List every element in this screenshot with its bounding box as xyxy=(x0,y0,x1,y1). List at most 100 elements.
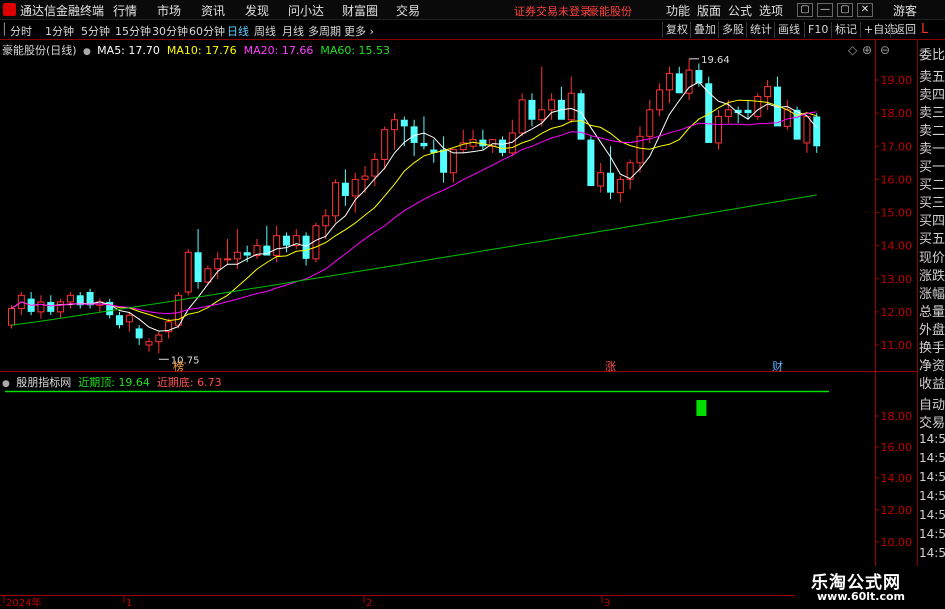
price-tick-label: 13.00 xyxy=(881,273,913,286)
candle-body xyxy=(243,252,251,256)
menu-options[interactable]: 选项 xyxy=(759,2,783,19)
back-button[interactable]: 返回 xyxy=(890,22,916,38)
menu-trade[interactable]: 交易 xyxy=(396,2,420,19)
menu-market[interactable]: 市场 xyxy=(157,2,181,19)
candle-body xyxy=(440,149,448,173)
app-name: 通达信金融终端 xyxy=(20,4,105,18)
maximize-icon[interactable]: ▢ xyxy=(837,3,853,17)
tab-more[interactable]: 更多 › xyxy=(344,23,374,39)
tick-time: 14:5 xyxy=(919,470,945,484)
label-auto[interactable]: 自动 xyxy=(919,394,945,413)
tab-daily[interactable]: 日线 xyxy=(227,23,249,39)
menu-formula[interactable]: 公式 xyxy=(728,2,752,19)
candle-body xyxy=(715,115,723,144)
candle-body xyxy=(214,258,222,270)
site-watermark: 乐淘公式网 www.60lt.com xyxy=(795,566,945,609)
tab-weekly[interactable]: 周线 xyxy=(254,23,276,39)
event-marker: 涨 xyxy=(605,360,616,373)
minimize-icon[interactable]: — xyxy=(817,3,833,17)
recent-top-label: 近期顶: xyxy=(78,376,115,389)
candle-body xyxy=(371,159,379,177)
candle-body xyxy=(479,139,487,147)
overlay-button[interactable]: 叠加 xyxy=(690,22,716,38)
settings-icon[interactable]: ◇ xyxy=(848,43,857,57)
menu-layout[interactable]: 版面 xyxy=(697,2,721,19)
f10-button[interactable]: F10 xyxy=(804,22,828,38)
tab-15min[interactable]: 15分钟 xyxy=(115,23,151,39)
candle-body xyxy=(420,142,428,147)
tab-5min[interactable]: 5分钟 xyxy=(81,23,110,39)
mark-button[interactable]: 标记 xyxy=(831,22,857,38)
tab-monthly[interactable]: 月线 xyxy=(282,23,304,39)
tick-time: 14:5 xyxy=(919,527,945,541)
indicator-legend: ● 殷朋指标网 近期顶: 19.64 近期底: 6.73 xyxy=(2,374,222,390)
price-tick-label: 15.00 xyxy=(881,207,913,220)
quote-side-panel: 委比 卖五 卖四 卖三 卖二 卖一 买一 买二 买三 买四 买五 现价 涨跌 涨… xyxy=(917,40,945,609)
candle-body xyxy=(155,334,163,343)
tab-1min[interactable]: 1分钟 xyxy=(45,23,74,39)
close-icon[interactable]: ✕ xyxy=(857,3,873,17)
ma20-label: MA20: 17.66 xyxy=(243,44,314,57)
minus-icon[interactable]: ⊖ xyxy=(880,43,890,57)
candle-body xyxy=(567,92,575,121)
event-marker: 财 xyxy=(772,359,783,373)
tab-multi-period[interactable]: 多周期 xyxy=(308,23,341,39)
price-tick-label: 18.00 xyxy=(881,107,913,120)
title-bar: 通达信金融终端 行情 市场 资讯 发现 问小达 财富圈 交易 证券交易未登录 豪… xyxy=(0,0,945,20)
menu-wealth-circle[interactable]: 财富圈 xyxy=(342,2,378,19)
menu-discover[interactable]: 发现 xyxy=(245,2,269,19)
candle-body xyxy=(224,258,232,261)
ma5-label: MA5: 17.70 xyxy=(97,44,160,57)
menu-news[interactable]: 资讯 xyxy=(201,2,225,19)
indicator-signal-bar xyxy=(696,400,707,416)
candle-body xyxy=(204,268,212,283)
label-trades[interactable]: 交易 xyxy=(919,412,945,431)
candle-body xyxy=(754,96,762,117)
candle-body xyxy=(282,235,290,246)
tick-time: 14:5 xyxy=(919,451,945,465)
label-earnings: 收益 xyxy=(919,377,945,392)
candle-body xyxy=(607,172,615,193)
label-turnover: 换手 xyxy=(919,341,945,356)
restore-small-icon[interactable]: ▢ xyxy=(797,3,813,17)
sub-tick-label: 10.00 xyxy=(881,536,913,549)
kline-chart[interactable]: 19.00 18.00 17.00 16.00 15.00 14.00 13.00 12.00… xyxy=(0,40,917,609)
legend-toggle-icon[interactable]: ● xyxy=(80,47,94,57)
candle-body xyxy=(351,178,359,197)
guest-user[interactable]: 游客 xyxy=(893,2,917,19)
menu-market-quotes[interactable]: 行情 xyxy=(113,2,137,19)
candle-body xyxy=(332,182,340,217)
candle-body xyxy=(194,252,202,283)
price-tick-label: 14.00 xyxy=(881,240,913,253)
tick-time: 14:5 xyxy=(919,546,945,560)
candle-body xyxy=(518,99,526,134)
current-stock-name: 豪能股份 xyxy=(588,5,632,18)
main-chart-legend: 豪能股份(日线) ● MA5: 17.70 MA10: 17.76 MA20: … xyxy=(2,42,390,58)
tab-intraday[interactable]: 分时 xyxy=(10,23,32,39)
candle-body xyxy=(47,301,55,312)
candle-body xyxy=(695,70,703,84)
statistics-button[interactable]: 统计 xyxy=(746,22,772,38)
tab-30min[interactable]: 30分钟 xyxy=(152,23,188,39)
recent-top-value: 19.64 xyxy=(118,376,150,389)
label-ask5: 卖五 xyxy=(919,70,945,85)
menu-ask[interactable]: 问小达 xyxy=(288,2,324,19)
restore-rights-button[interactable]: 复权 xyxy=(662,22,688,38)
event-marker: 榜 xyxy=(173,359,184,373)
tab-60min[interactable]: 60分钟 xyxy=(189,23,225,39)
expand-icon[interactable]: ⊕ xyxy=(862,43,872,57)
multi-stock-button[interactable]: 多股 xyxy=(718,22,744,38)
x-tick-label: 2 xyxy=(366,598,372,609)
label-bid2: 买二 xyxy=(919,178,945,193)
draw-line-button[interactable]: 画线 xyxy=(774,22,800,38)
menu-function[interactable]: 功能 xyxy=(666,2,690,19)
sub-tick-label: 14.00 xyxy=(881,472,913,485)
tick-time: 14:5 xyxy=(919,432,945,446)
candle-body xyxy=(400,119,408,127)
login-notice[interactable]: 证券交易未登录 xyxy=(514,3,591,19)
indicator-toggle-icon[interactable]: ● xyxy=(2,379,13,389)
label-ask2: 卖二 xyxy=(919,124,945,139)
label-outer-volume: 外盘 xyxy=(919,323,945,338)
label-price: 现价 xyxy=(919,251,945,266)
price-tick-label: 12.00 xyxy=(881,306,913,319)
